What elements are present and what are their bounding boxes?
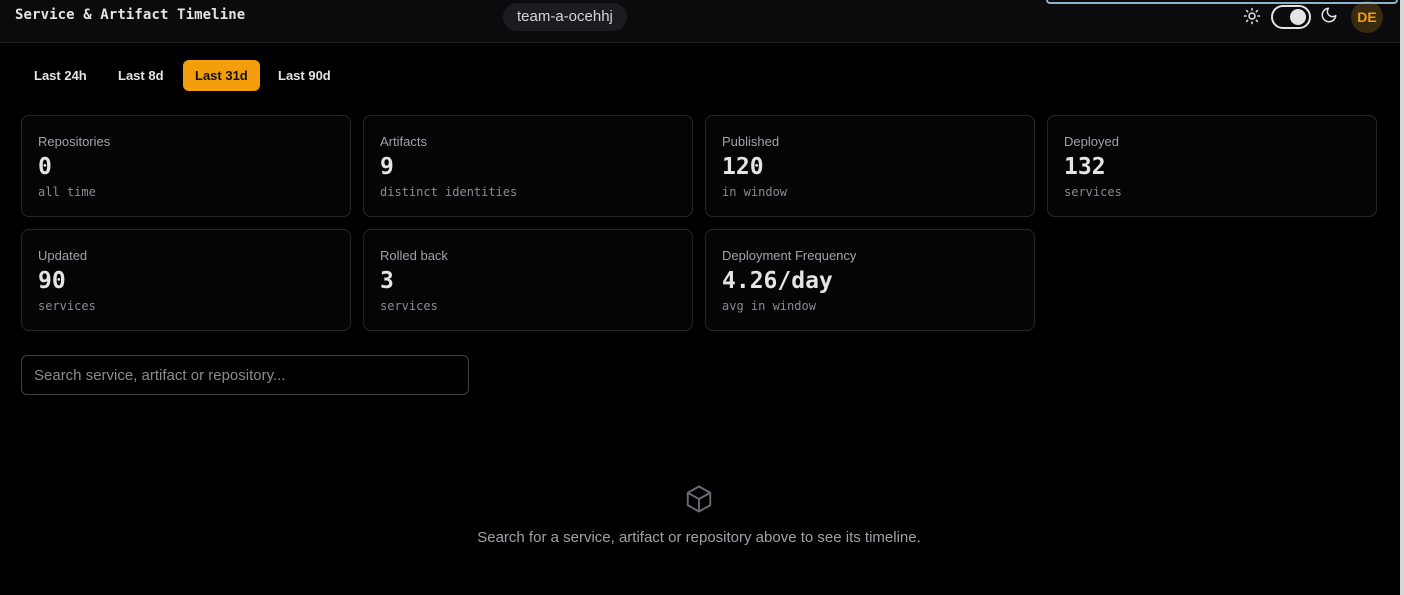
stat-card-rolled-back: Rolled back 3 services [363, 229, 693, 331]
window-edge [1400, 0, 1404, 595]
theme-toggle-knob [1290, 9, 1306, 25]
tab-last-24h[interactable]: Last 24h [22, 60, 99, 91]
stat-card-updated: Updated 90 services [21, 229, 351, 331]
package-icon [686, 485, 712, 513]
moon-icon[interactable] [1320, 6, 1338, 24]
stat-value: 0 [38, 154, 52, 180]
stat-value: 132 [1064, 154, 1106, 180]
stat-card-deployment-frequency: Deployment Frequency 4.26/day avg in win… [705, 229, 1035, 331]
stat-subtitle: services [1064, 185, 1122, 199]
stat-subtitle: in window [722, 185, 788, 199]
theme-toggle[interactable] [1271, 5, 1311, 29]
stat-label: Repositories [38, 134, 111, 149]
stat-value: 90 [38, 268, 66, 294]
stat-label: Deployed [1064, 134, 1119, 149]
stat-subtitle: distinct identities [380, 185, 518, 199]
stat-label: Deployment Frequency [722, 248, 857, 263]
user-avatar[interactable]: DE [1351, 1, 1383, 33]
stat-subtitle: services [38, 299, 96, 313]
stat-label: Updated [38, 248, 88, 263]
stat-label: Rolled back [380, 248, 448, 263]
stat-card-deployed: Deployed 132 services [1047, 115, 1377, 217]
stat-value: 9 [380, 154, 394, 180]
stat-subtitle: avg in window [722, 299, 816, 313]
accent-line [1046, 0, 1398, 4]
app-title: Service & Artifact Timeline [15, 7, 246, 23]
stat-value: 4.26/day [722, 268, 833, 294]
search-input[interactable] [21, 355, 469, 395]
stat-card-artifacts: Artifacts 9 distinct identities [363, 115, 693, 217]
top-bar: Service & Artifact Timeline team-a-ocehh… [0, 0, 1400, 43]
page: Service & Artifact Timeline team-a-ocehh… [0, 0, 1404, 595]
stat-subtitle: all time [38, 185, 96, 199]
tab-last-90d[interactable]: Last 90d [266, 60, 343, 91]
empty-state-message: Search for a service, artifact or reposi… [477, 529, 921, 546]
stat-value: 120 [722, 154, 764, 180]
sun-icon[interactable] [1243, 7, 1261, 25]
stat-value: 3 [380, 268, 394, 294]
stat-card-published: Published 120 in window [705, 115, 1035, 217]
stat-subtitle: services [380, 299, 438, 313]
stat-label: Published [722, 134, 780, 149]
stat-label: Artifacts [380, 134, 427, 149]
stat-card-repositories: Repositories 0 all time [21, 115, 351, 217]
team-selector[interactable]: team-a-ocehhj [503, 3, 627, 31]
tab-last-8d[interactable]: Last 8d [106, 60, 176, 91]
tab-last-31d[interactable]: Last 31d [183, 60, 260, 91]
